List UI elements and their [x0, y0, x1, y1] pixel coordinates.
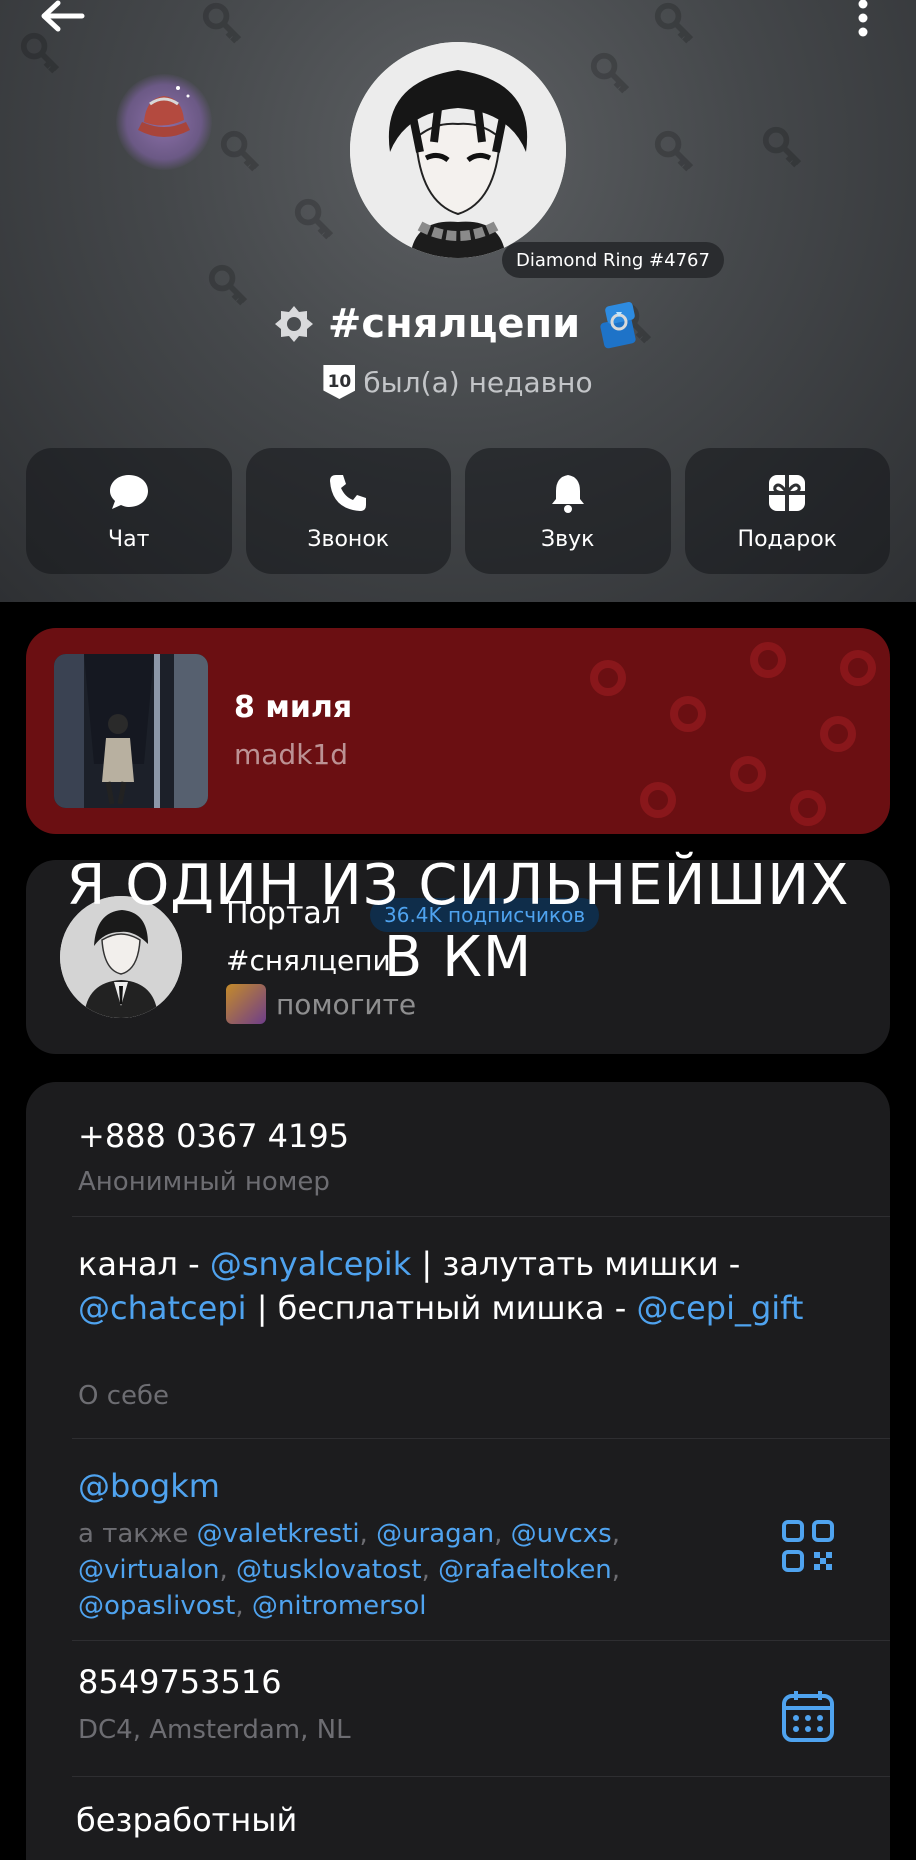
divider: [72, 1216, 890, 1217]
bio-link-channel[interactable]: @snyalcepik: [210, 1245, 411, 1283]
profile-header: Diamond Ring #4767 #снялцепи 10 был(а) н…: [0, 0, 916, 602]
profile-avatar[interactable]: [350, 42, 566, 258]
arrow-left-icon: [41, 0, 85, 32]
bio-row: канал - @snyalcepik | залутать мишки - @…: [26, 1224, 890, 1484]
also-username[interactable]: @uragan: [376, 1519, 494, 1549]
phone-icon: [330, 474, 367, 511]
album-image: [54, 654, 208, 808]
track-artist: madk1d: [234, 738, 349, 771]
key-pattern-icon: [18, 30, 64, 76]
chat-icon: [109, 474, 148, 509]
ring-pattern-icon: [590, 660, 626, 696]
data-center: DC4, Amsterdam, NL: [78, 1715, 351, 1745]
ring-pattern-icon: [840, 650, 876, 686]
also-username[interactable]: @valetkresti: [197, 1519, 360, 1549]
also-username[interactable]: @uvcxs: [511, 1519, 612, 1549]
gift-icon: [769, 474, 806, 511]
key-pattern-icon: [652, 128, 698, 174]
bio-text: канал - @snyalcepik | залутать мишки - @…: [78, 1245, 804, 1327]
more-vertical-icon: [858, 0, 868, 37]
ring-pattern-icon: [820, 716, 856, 752]
call-button[interactable]: Звонок: [245, 448, 451, 574]
album-cover: [54, 654, 208, 808]
qr-code-button[interactable]: [780, 1518, 836, 1574]
qr-code-icon: [782, 1520, 834, 1572]
key-pattern-icon: [652, 0, 698, 46]
user-id: 8549753516: [78, 1663, 282, 1701]
gift-bubble[interactable]: [116, 74, 212, 170]
calendar-icon: [782, 1691, 834, 1742]
phone-row[interactable]: +888 0367 4195 Анонимный номер: [26, 1102, 890, 1208]
also-username[interactable]: @opaslivost: [78, 1591, 235, 1621]
ring-pattern-icon: [790, 790, 826, 826]
divider: [72, 1438, 890, 1439]
sound-button[interactable]: Звук: [465, 448, 671, 574]
name-row: #снялцепи: [0, 296, 916, 352]
gift-hat-icon: [138, 86, 190, 137]
verified-flower-icon: [274, 306, 313, 342]
action-buttons: Чат Звонок Звук Подарок: [26, 448, 890, 574]
bio-link-chat[interactable]: @chatcepi: [78, 1289, 247, 1327]
phone-number: +888 0367 4195: [78, 1117, 350, 1155]
key-pattern-icon: [292, 196, 338, 242]
key-pattern-icon: [218, 128, 264, 174]
also-username[interactable]: @virtualon: [78, 1555, 220, 1585]
calendar-button[interactable]: [780, 1688, 836, 1744]
last-seen-status: был(а) недавно: [363, 365, 593, 399]
key-pattern-icon: [200, 0, 246, 46]
collectible-badge[interactable]: Diamond Ring #4767: [502, 242, 724, 278]
track-title: 8 миля: [234, 690, 353, 725]
ring-pattern-icon: [750, 642, 786, 678]
music-card[interactable]: 8 миля madk1d: [26, 628, 890, 834]
phone-label: Анонимный номер: [78, 1167, 330, 1197]
ring-pattern-icon: [670, 696, 706, 732]
bio-link-gift[interactable]: @cepi_gift: [636, 1289, 803, 1327]
also-usernames: а также @valetkresti, @uragan, @uvcxs, @…: [78, 1519, 621, 1621]
status-row: 10 был(а) недавно: [0, 362, 916, 402]
job-row[interactable]: безработный: [26, 1784, 890, 1860]
chat-button[interactable]: Чат: [26, 448, 232, 574]
divider: [72, 1640, 890, 1641]
ring-pattern-icon: [640, 782, 676, 818]
key-pattern-icon: [588, 50, 634, 96]
ring-box-emoji-icon: [600, 302, 636, 349]
also-username[interactable]: @tusklovatost: [236, 1555, 422, 1585]
info-card: +888 0367 4195 Анонимный номер канал - @…: [26, 1082, 890, 1860]
key-pattern-icon: [760, 124, 806, 170]
profile-name: #снялцепи: [327, 301, 581, 347]
also-username[interactable]: @nitromersol: [252, 1591, 427, 1621]
back-button[interactable]: [38, 0, 88, 34]
bell-icon: [551, 474, 584, 513]
more-button[interactable]: [848, 0, 878, 40]
level-badge[interactable]: 10: [323, 365, 356, 399]
gift-button[interactable]: Подарок: [684, 448, 890, 574]
job-text: безработный: [76, 1801, 298, 1839]
username-row[interactable]: @bogkm а также @valetkresti, @uragan, @u…: [26, 1446, 890, 1621]
avatar-image: [350, 42, 566, 258]
also-username[interactable]: @rafaeltoken: [438, 1555, 612, 1585]
ring-pattern-icon: [730, 756, 766, 792]
id-row[interactable]: 8549753516 DC4, Amsterdam, NL: [26, 1648, 890, 1778]
username[interactable]: @bogkm: [78, 1464, 220, 1508]
overlay-caption-line2: В КМ: [383, 925, 533, 990]
overlay-caption: Я ОДИН ИЗ СИЛЬНЕЙШИХ В КМ: [0, 850, 916, 994]
overlay-caption-line1: Я ОДИН ИЗ СИЛЬНЕЙШИХ: [66, 853, 850, 918]
bio-label: О себе: [78, 1381, 170, 1411]
divider: [72, 1776, 890, 1777]
